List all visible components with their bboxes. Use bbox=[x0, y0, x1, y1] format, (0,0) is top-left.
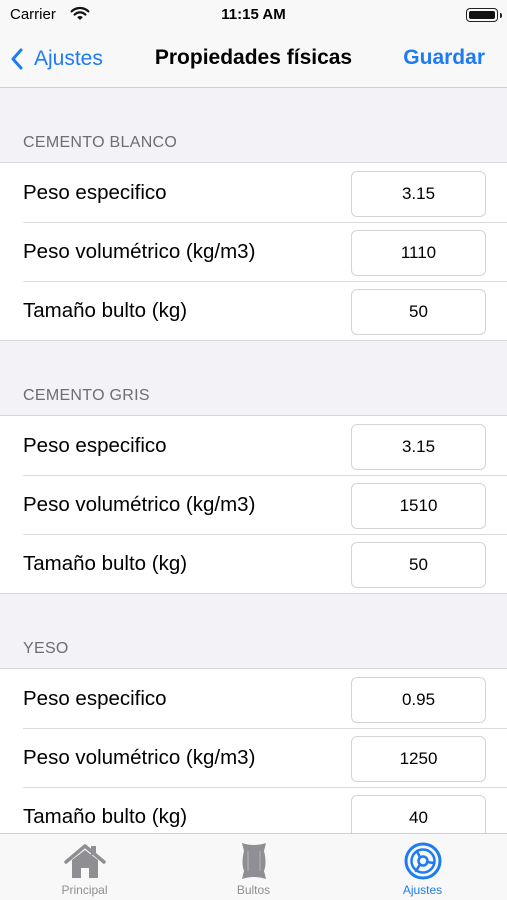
tab-principal[interactable]: Principal bbox=[0, 834, 169, 900]
section-body: Peso especifico Peso volumétrico (kg/m3)… bbox=[0, 415, 507, 594]
section-header: YESO bbox=[23, 640, 69, 657]
settings-list[interactable]: CEMENTO BLANCO Peso especifico Peso volu… bbox=[0, 88, 507, 833]
table-row: Peso volumétrico (kg/m3) bbox=[0, 475, 507, 534]
back-button[interactable]: Ajustes bbox=[10, 44, 103, 74]
status-bar: Carrier 11:15 AM bbox=[0, 0, 507, 30]
section-header: CEMENTO BLANCO bbox=[23, 134, 178, 151]
section-yeso: YESO Peso especifico Peso volumétrico (k… bbox=[0, 594, 507, 833]
table-row: Peso volumétrico (kg/m3) bbox=[0, 728, 507, 787]
section-cemento-blanco: CEMENTO BLANCO Peso especifico Peso volu… bbox=[0, 88, 507, 341]
tab-bultos[interactable]: Bultos bbox=[169, 834, 338, 900]
table-row: Peso especifico bbox=[0, 416, 507, 475]
settings-icon bbox=[404, 842, 441, 880]
row-label: Peso volumétrico (kg/m3) bbox=[23, 239, 256, 263]
section-header: CEMENTO GRIS bbox=[23, 387, 150, 404]
tab-bar: Principal Bultos Ajustes bbox=[0, 833, 507, 900]
tab-label: Principal bbox=[61, 883, 108, 897]
peso-volumetrico-input[interactable] bbox=[351, 483, 486, 529]
sack-icon bbox=[241, 843, 266, 879]
status-time: 11:15 AM bbox=[221, 6, 286, 23]
tab-ajustes[interactable]: Ajustes bbox=[338, 834, 507, 900]
section-cemento-gris: CEMENTO GRIS Peso especifico Peso volumé… bbox=[0, 341, 507, 594]
battery-icon bbox=[466, 8, 502, 22]
peso-volumetrico-input[interactable] bbox=[351, 736, 486, 782]
table-row: Tamaño bulto (kg) bbox=[0, 534, 507, 593]
section-body: Peso especifico Peso volumétrico (kg/m3)… bbox=[0, 668, 507, 833]
table-row: Tamaño bulto (kg) bbox=[0, 787, 507, 833]
tamano-bulto-input[interactable] bbox=[351, 289, 486, 335]
tamano-bulto-input[interactable] bbox=[351, 795, 486, 833]
tab-label: Bultos bbox=[236, 883, 271, 897]
back-button-label: Ajustes bbox=[34, 47, 103, 70]
navigation-bar: Ajustes Propiedades físicas Guardar bbox=[0, 30, 507, 88]
table-row: Peso especifico bbox=[0, 669, 507, 728]
table-row: Tamaño bulto (kg) bbox=[0, 281, 507, 340]
tamano-bulto-input[interactable] bbox=[351, 542, 486, 588]
peso-especifico-input[interactable] bbox=[351, 171, 486, 217]
row-label: Peso volumétrico (kg/m3) bbox=[23, 492, 256, 516]
row-label: Tamaño bulto (kg) bbox=[23, 551, 188, 575]
row-label: Peso especifico bbox=[23, 686, 167, 710]
chevron-left-icon bbox=[11, 48, 23, 70]
row-label: Tamaño bulto (kg) bbox=[23, 804, 188, 828]
peso-volumetrico-input[interactable] bbox=[351, 230, 486, 276]
tab-label: Ajustes bbox=[402, 883, 443, 897]
row-label: Tamaño bulto (kg) bbox=[23, 298, 188, 322]
section-body: Peso especifico Peso volumétrico (kg/m3)… bbox=[0, 162, 507, 341]
peso-especifico-input[interactable] bbox=[351, 424, 486, 470]
house-icon bbox=[63, 844, 106, 878]
table-row: Peso volumétrico (kg/m3) bbox=[0, 222, 507, 281]
row-label: Peso especifico bbox=[23, 433, 167, 457]
save-button[interactable]: Guardar bbox=[403, 46, 485, 70]
table-row: Peso especifico bbox=[0, 163, 507, 222]
row-label: Peso especifico bbox=[23, 180, 167, 204]
peso-especifico-input[interactable] bbox=[351, 677, 486, 723]
row-label: Peso volumétrico (kg/m3) bbox=[23, 745, 256, 769]
